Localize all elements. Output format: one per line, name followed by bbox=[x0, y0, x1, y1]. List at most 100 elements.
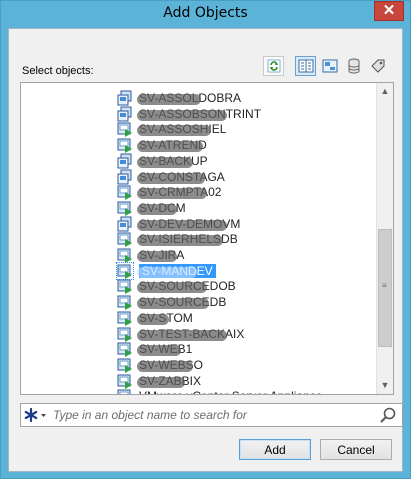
list-item[interactable]: SV-TEST-BACKAIX bbox=[117, 326, 244, 342]
redaction-mark bbox=[137, 188, 207, 200]
search-box bbox=[20, 403, 403, 427]
list-item[interactable]: SV-STOM bbox=[117, 310, 193, 326]
list-item[interactable]: SV-CONSTAGA bbox=[117, 169, 225, 185]
close-button[interactable]: ✕ bbox=[374, 1, 404, 21]
search-scope-dropdown[interactable] bbox=[23, 406, 49, 424]
redaction-mark bbox=[137, 156, 193, 168]
redaction-mark bbox=[137, 298, 209, 310]
list-item[interactable]: SV-BACKUP bbox=[117, 153, 208, 169]
vm-icon bbox=[117, 137, 133, 154]
list-item-label: SV-SOURCEDOB bbox=[137, 279, 236, 294]
list-item[interactable]: SV-WEB1 bbox=[117, 341, 192, 358]
list-item[interactable]: SV-ASSOBSONTRINT bbox=[117, 106, 261, 122]
list-item-label: VMware vCenter Server Appliance bbox=[139, 389, 322, 394]
search-icon bbox=[380, 407, 396, 423]
refresh-icon bbox=[267, 59, 280, 73]
redaction-mark bbox=[137, 329, 227, 341]
list-item-label: SV-SOURCEDB bbox=[137, 295, 226, 310]
tile-view-button[interactable] bbox=[319, 56, 340, 76]
database-icon bbox=[348, 58, 359, 74]
redaction-mark bbox=[137, 125, 211, 137]
list-item[interactable]: SV-ASSOLDOBRA bbox=[117, 90, 241, 106]
list-item[interactable]: SV-ATREND bbox=[117, 137, 207, 154]
cancel-button[interactable]: Cancel bbox=[320, 439, 392, 460]
database-button[interactable] bbox=[343, 56, 364, 76]
vm-icon bbox=[117, 184, 133, 201]
server-group-icon bbox=[117, 106, 133, 122]
add-objects-dialog: Add Objects ✕ Select objects: ▲ ≡ ▼ Type… bbox=[0, 0, 411, 479]
title-bar[interactable]: Add Objects ✕ bbox=[1, 1, 410, 27]
list-item[interactable]: SV-JIRA bbox=[117, 247, 184, 263]
add-button[interactable]: Add bbox=[239, 439, 311, 460]
redaction-mark bbox=[137, 251, 177, 262]
list-item-label: SV-DCM bbox=[137, 201, 186, 215]
list-item-label: SV-ZABBIX bbox=[137, 374, 201, 388]
redaction-mark bbox=[137, 94, 201, 105]
list-item[interactable]: SV-DCM bbox=[117, 200, 186, 216]
grip-icon: ≡ bbox=[382, 281, 387, 290]
server-group-icon bbox=[117, 153, 133, 169]
redaction-mark bbox=[137, 141, 203, 153]
list-item-label: SV-CONSTAGA bbox=[137, 170, 225, 184]
vm-icon bbox=[117, 121, 133, 138]
objects-list[interactable]: SV-ASSOLDOBRA SV-ASSOBSONTRINTSV-ASSOSHIE… bbox=[20, 82, 394, 395]
search-input[interactable] bbox=[53, 406, 363, 424]
window-title: Add Objects bbox=[163, 5, 248, 21]
list-item[interactable]: SV-ZABBIX bbox=[117, 373, 201, 389]
vm-icon bbox=[116, 261, 134, 280]
list-item[interactable]: SV-SOURCEDB bbox=[117, 294, 226, 311]
list-item[interactable]: SV-WEBSO bbox=[117, 357, 203, 373]
server-group-icon bbox=[117, 90, 133, 106]
list-item[interactable]: VMware vCenter Server Appliance bbox=[117, 388, 322, 394]
redaction-mark bbox=[137, 360, 193, 372]
vm-icon bbox=[117, 200, 133, 216]
list-item-label: SV-STOM bbox=[137, 311, 193, 325]
list-item-label: SV-JIRA bbox=[137, 248, 184, 262]
vm-icon bbox=[117, 373, 133, 389]
vm-icon bbox=[117, 388, 133, 394]
list-item-label: SV-ISIERHELSDB bbox=[137, 232, 238, 247]
details-view-button[interactable] bbox=[295, 56, 316, 76]
redaction-mark bbox=[137, 219, 227, 231]
list-item-label: SV-ATREND bbox=[137, 138, 207, 153]
tile-view-icon bbox=[322, 59, 337, 73]
vm-icon bbox=[117, 294, 133, 311]
redaction-mark bbox=[137, 266, 197, 278]
list-item-label: SV-ASSOBSONTRINT bbox=[137, 107, 261, 121]
redaction-mark bbox=[137, 203, 177, 215]
list-item-label: SV-DEV-DEMOVM bbox=[137, 217, 240, 231]
list-item[interactable]: SV-ISIERHELSDB bbox=[117, 231, 238, 248]
scroll-thumb[interactable]: ≡ bbox=[378, 229, 392, 347]
list-item-label: SV-WEBSO bbox=[137, 358, 203, 372]
list-item-label: SV-ASSOLDOBRA bbox=[137, 91, 241, 105]
search-button[interactable] bbox=[378, 406, 398, 424]
tag-icon bbox=[370, 59, 384, 73]
vm-icon bbox=[117, 341, 133, 358]
redaction-mark bbox=[137, 345, 181, 357]
refresh-button[interactable] bbox=[263, 56, 284, 76]
details-view-icon bbox=[298, 59, 313, 73]
tag-button[interactable] bbox=[367, 56, 388, 76]
vm-icon bbox=[117, 357, 133, 373]
select-objects-label: Select objects: bbox=[22, 65, 94, 77]
vm-icon bbox=[117, 247, 133, 263]
list-item[interactable]: SV-SOURCEDOB bbox=[117, 278, 236, 295]
vm-icon bbox=[117, 231, 133, 248]
redaction-mark bbox=[137, 282, 207, 294]
redaction-mark bbox=[137, 235, 223, 247]
list-item-selected[interactable]: SV-MANDEV bbox=[116, 261, 216, 280]
list-item[interactable]: SV-ASSOSHIEL bbox=[117, 121, 226, 138]
scroll-down-icon[interactable]: ▼ bbox=[377, 377, 393, 394]
list-item-label: SV-TEST-BACKAIX bbox=[137, 327, 244, 341]
redaction-mark bbox=[137, 376, 185, 388]
vm-icon bbox=[117, 278, 133, 295]
vertical-scrollbar[interactable]: ▲ ≡ ▼ bbox=[376, 83, 393, 394]
list-item[interactable]: SV-DEV-DEMOVM bbox=[117, 216, 240, 232]
asterisk-scope-icon bbox=[24, 407, 46, 423]
list-item[interactable]: SV-CRMPTA02 bbox=[117, 184, 221, 201]
vm-icon bbox=[117, 326, 133, 342]
list-item-label: SV-WEB1 bbox=[137, 342, 192, 357]
server-group-icon bbox=[117, 169, 133, 185]
list-item-label: SV-ASSOSHIEL bbox=[137, 122, 226, 137]
scroll-up-icon[interactable]: ▲ bbox=[377, 83, 393, 100]
